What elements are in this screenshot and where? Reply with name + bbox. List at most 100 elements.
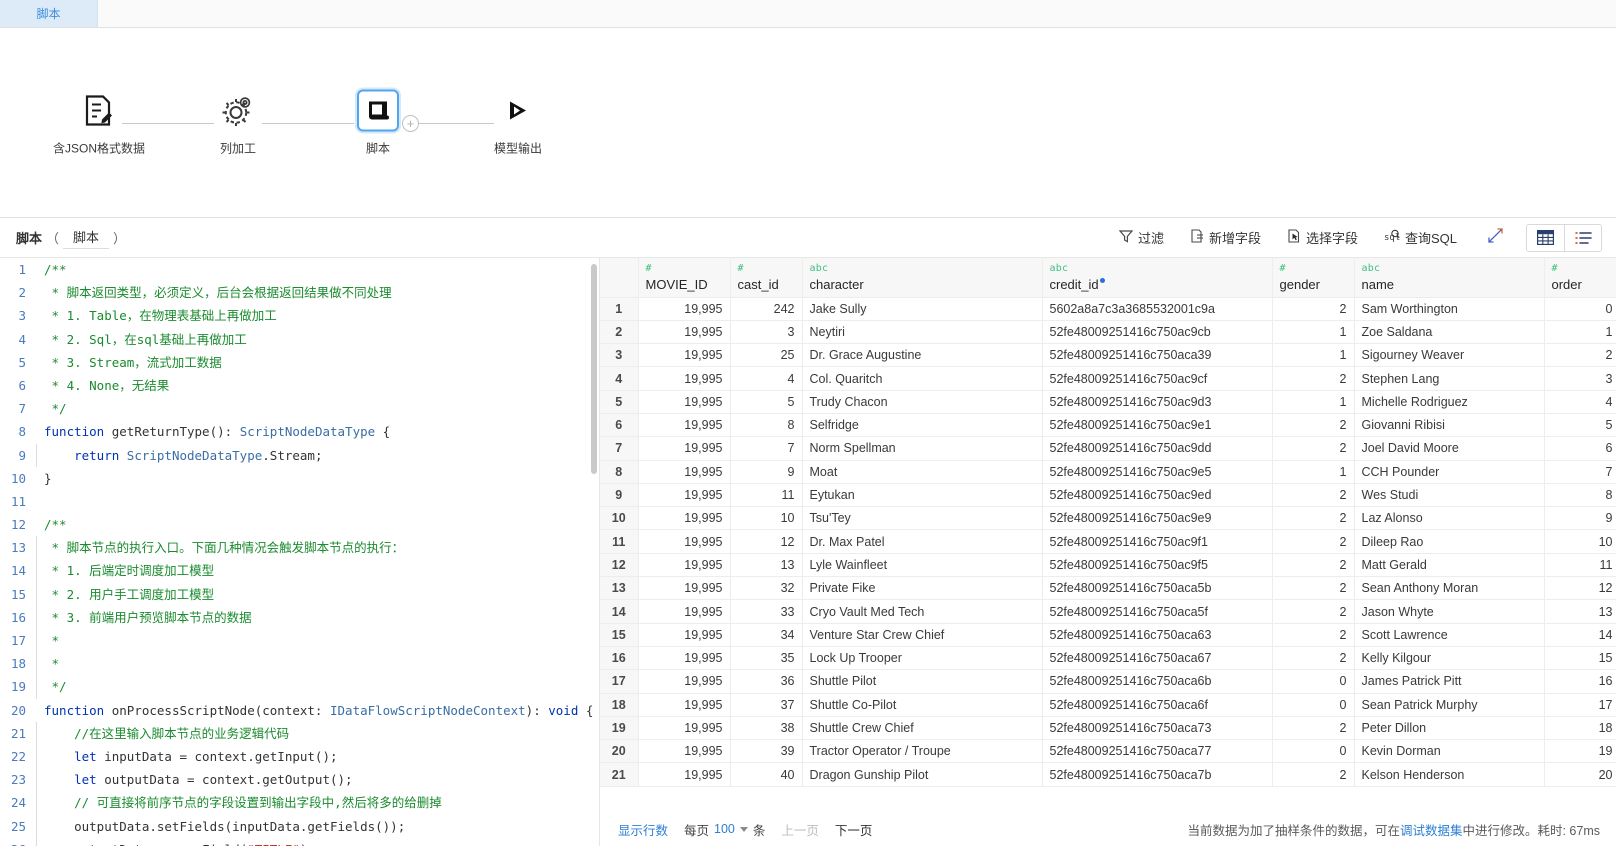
cell-credit_id[interactable]: 52fe48009251416c750ac9f1 — [1042, 530, 1272, 553]
cell-character[interactable]: Neytiri — [802, 320, 1042, 343]
cell-name[interactable]: Matt Gerald — [1354, 553, 1544, 576]
cell-character[interactable]: Tractor Operator / Troupe — [802, 740, 1042, 763]
cell-order[interactable]: 14 — [1544, 623, 1616, 646]
cell-credit_id[interactable]: 52fe48009251416c750ac9e5 — [1042, 460, 1272, 483]
cell-credit_id[interactable]: 52fe48009251416c750aca5b — [1042, 577, 1272, 600]
table-row[interactable]: 1519,99534Venture Star Crew Chief52fe480… — [600, 623, 1616, 646]
code-line[interactable]: 5 * 3. Stream，流式加工数据 — [0, 351, 599, 374]
cell-credit_id[interactable]: 52fe48009251416c750ac9e9 — [1042, 507, 1272, 530]
code-line[interactable]: 22 let inputData = context.getInput(); — [0, 745, 599, 768]
cell-movie_id[interactable]: 19,995 — [638, 390, 730, 413]
code-line[interactable]: 15 * 2. 用户手工调度加工模型 — [0, 583, 599, 606]
cell-cast_id[interactable]: 3 — [730, 320, 802, 343]
cell-name[interactable]: Kelson Henderson — [1354, 763, 1544, 786]
cell-gender[interactable]: 2 — [1272, 600, 1354, 623]
code-line[interactable]: 19 */ — [0, 675, 599, 698]
cell-order[interactable]: 19 — [1544, 740, 1616, 763]
cell-name[interactable]: Kelly Kilgour — [1354, 646, 1544, 669]
sql-query-button[interactable]: sql 查询SQL — [1384, 228, 1457, 247]
cell-name[interactable]: Laz Alonso — [1354, 507, 1544, 530]
code-line[interactable]: 25 outputData.setFields(inputData.getFie… — [0, 815, 599, 838]
cell-character[interactable]: Shuttle Crew Chief — [802, 716, 1042, 739]
cell-gender[interactable]: 1 — [1272, 320, 1354, 343]
cell-order[interactable]: 9 — [1544, 507, 1616, 530]
table-row[interactable]: 619,9958Selfridge52fe48009251416c750ac9e… — [600, 413, 1616, 436]
code-line[interactable]: 9 return ScriptNodeDataType.Stream; — [0, 444, 599, 467]
cell-credit_id[interactable]: 52fe48009251416c750ac9ed — [1042, 483, 1272, 506]
cell-cast_id[interactable]: 5 — [730, 390, 802, 413]
table-row[interactable]: 1619,99535Lock Up Trooper52fe48009251416… — [600, 646, 1616, 669]
cell-name[interactable]: Stephen Lang — [1354, 367, 1544, 390]
cell-order[interactable]: 10 — [1544, 530, 1616, 553]
cell-movie_id[interactable]: 19,995 — [638, 600, 730, 623]
cell-character[interactable]: Cryo Vault Med Tech — [802, 600, 1042, 623]
cell-gender[interactable]: 2 — [1272, 577, 1354, 600]
cell-order[interactable]: 13 — [1544, 600, 1616, 623]
cell-credit_id[interactable]: 52fe48009251416c750aca7b — [1042, 763, 1272, 786]
code-line[interactable]: 1/** — [0, 258, 599, 281]
cell-cast_id[interactable]: 7 — [730, 437, 802, 460]
cell-order[interactable]: 8 — [1544, 483, 1616, 506]
cell-gender[interactable]: 1 — [1272, 390, 1354, 413]
cell-cast_id[interactable]: 39 — [730, 740, 802, 763]
cell-movie_id[interactable]: 19,995 — [638, 763, 730, 786]
cell-character[interactable]: Shuttle Co-Pilot — [802, 693, 1042, 716]
cell-name[interactable]: Wes Studi — [1354, 483, 1544, 506]
code-line[interactable]: 13 * 脚本节点的执行入口。下面几种情况会触发脚本节点的执行： — [0, 536, 599, 559]
cell-character[interactable]: Moat — [802, 460, 1042, 483]
cell-gender[interactable]: 2 — [1272, 646, 1354, 669]
cell-credit_id[interactable]: 52fe48009251416c750ac9cb — [1042, 320, 1272, 343]
cell-movie_id[interactable]: 19,995 — [638, 693, 730, 716]
cell-cast_id[interactable]: 35 — [730, 646, 802, 669]
cell-order[interactable]: 7 — [1544, 460, 1616, 483]
cell-credit_id[interactable]: 52fe48009251416c750ac9f5 — [1042, 553, 1272, 576]
add-field-button[interactable]: 新增字段 — [1190, 228, 1261, 247]
table-row[interactable]: 1819,99537Shuttle Co-Pilot52fe4800925141… — [600, 693, 1616, 716]
code-line[interactable]: 3 * 1. Table，在物理表基础上再做加工 — [0, 304, 599, 327]
cell-credit_id[interactable]: 52fe48009251416c750aca6b — [1042, 670, 1272, 693]
table-row[interactable]: 419,9954Col. Quaritch52fe48009251416c750… — [600, 367, 1616, 390]
cell-order[interactable]: 16 — [1544, 670, 1616, 693]
cell-gender[interactable]: 2 — [1272, 413, 1354, 436]
column-header-character[interactable]: abccharacter — [802, 258, 1042, 297]
cell-character[interactable]: Jake Sully — [802, 297, 1042, 320]
cell-gender[interactable]: 2 — [1272, 763, 1354, 786]
chevron-down-icon[interactable] — [740, 827, 748, 832]
table-row[interactable]: 819,9959Moat52fe48009251416c750ac9e51CCH… — [600, 460, 1616, 483]
code-line[interactable]: 10} — [0, 467, 599, 490]
flow-canvas[interactable]: + 含JSON格式数据 — [0, 28, 1616, 218]
cell-movie_id[interactable]: 19,995 — [638, 507, 730, 530]
cell-gender[interactable]: 1 — [1272, 344, 1354, 367]
cell-movie_id[interactable]: 19,995 — [638, 670, 730, 693]
cell-movie_id[interactable]: 19,995 — [638, 577, 730, 600]
cell-cast_id[interactable]: 13 — [730, 553, 802, 576]
table-row[interactable]: 119,995242Jake Sully5602a8a7c3a368553200… — [600, 297, 1616, 320]
cell-cast_id[interactable]: 33 — [730, 600, 802, 623]
code-line[interactable]: 6 * 4. None，无结果 — [0, 374, 599, 397]
table-row[interactable]: 919,99511Eytukan52fe48009251416c750ac9ed… — [600, 483, 1616, 506]
cell-gender[interactable]: 1 — [1272, 460, 1354, 483]
cell-movie_id[interactable]: 19,995 — [638, 623, 730, 646]
cell-movie_id[interactable]: 19,995 — [638, 460, 730, 483]
code-line[interactable]: 14 * 1. 后端定时调度加工模型 — [0, 559, 599, 582]
cell-cast_id[interactable]: 36 — [730, 670, 802, 693]
cell-character[interactable]: Dragon Gunship Pilot — [802, 763, 1042, 786]
table-row[interactable]: 2019,99539Tractor Operator / Troupe52fe4… — [600, 740, 1616, 763]
table-row[interactable]: 1119,99512Dr. Max Patel52fe48009251416c7… — [600, 530, 1616, 553]
prev-page-button[interactable]: 上一页 — [781, 820, 819, 839]
table-row[interactable]: 1919,99538Shuttle Crew Chief52fe48009251… — [600, 716, 1616, 739]
cell-character[interactable]: Tsu'Tey — [802, 507, 1042, 530]
cell-name[interactable]: Dileep Rao — [1354, 530, 1544, 553]
cell-cast_id[interactable]: 242 — [730, 297, 802, 320]
code-line[interactable]: 18 * — [0, 652, 599, 675]
list-view-icon[interactable] — [1564, 225, 1601, 251]
cell-movie_id[interactable]: 19,995 — [638, 716, 730, 739]
cell-order[interactable]: 17 — [1544, 693, 1616, 716]
cell-credit_id[interactable]: 52fe48009251416c750ac9dd — [1042, 437, 1272, 460]
cell-name[interactable]: Kevin Dorman — [1354, 740, 1544, 763]
cell-credit_id[interactable]: 52fe48009251416c750ac9e1 — [1042, 413, 1272, 436]
cell-name[interactable]: Joel David Moore — [1354, 437, 1544, 460]
code-editor[interactable]: 1/**2 * 脚本返回类型，必须定义，后台会根据返回结果做不同处理3 * 1.… — [0, 258, 600, 846]
cell-gender[interactable]: 2 — [1272, 483, 1354, 506]
code-line[interactable]: 7 */ — [0, 397, 599, 420]
